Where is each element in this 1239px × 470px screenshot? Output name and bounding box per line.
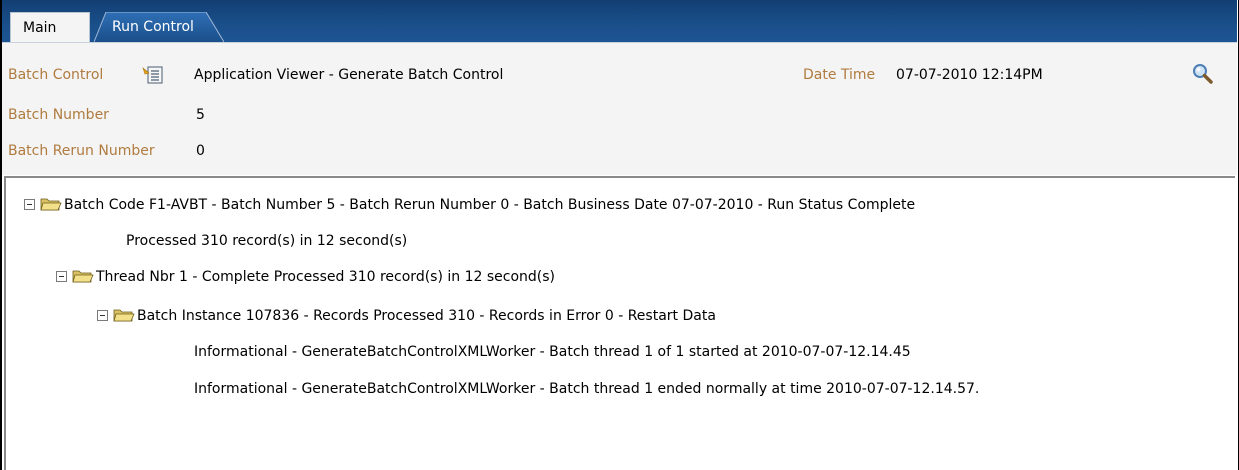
list-document-icon[interactable] [142,65,164,85]
collapse-minus-icon[interactable] [97,310,108,321]
tab-main-label: Main [23,20,57,36]
collapse-minus-icon[interactable] [24,199,35,210]
batch-number-label: Batch Number [8,107,109,123]
collapse-minus-icon[interactable] [56,271,67,282]
batch-run-tree-window: Main Run Control Batch Control Applicati… [0,0,1239,470]
tree-node-batch-code[interactable]: Batch Code F1-AVBT - Batch Number 5 - Ba… [6,196,1206,216]
open-folder-icon [72,270,94,283]
open-folder-icon [113,309,135,322]
tree-node-batch-instance-label: Batch Instance 107836 - Records Processe… [137,308,716,324]
batch-control-value: Application Viewer - Generate Batch Cont… [194,67,504,83]
open-folder-icon [40,198,62,211]
batch-control-label: Batch Control [8,67,104,83]
batch-rerun-number-value: 0 [196,143,205,159]
tree-node-thread-label: Thread Nbr 1 - Complete Processed 310 re… [96,269,555,285]
tab-run-control[interactable]: Run Control [112,12,194,42]
tree-node-root-summary: Processed 310 record(s) in 12 second(s) [126,233,408,249]
batch-header-panel: Batch Control Application Viewer - Gener… [2,42,1237,175]
batch-rerun-number-label: Batch Rerun Number [8,143,155,159]
date-time-label: Date Time [803,67,876,83]
batch-number-value: 5 [196,107,205,123]
search-icon[interactable] [1192,63,1214,85]
tab-bar: Main Run Control [2,0,1237,42]
tree-node-batch-code-label: Batch Code F1-AVBT - Batch Number 5 - Ba… [64,197,916,213]
tree-node-batch-instance[interactable]: Batch Instance 107836 - Records Processe… [6,307,1206,327]
tree-message-end: Informational - GenerateBatchControlXMLW… [194,381,980,397]
batch-run-tree: Batch Code F1-AVBT - Batch Number 5 - Ba… [4,176,1235,470]
tree-message-start: Informational - GenerateBatchControlXMLW… [194,344,911,360]
tree-node-thread[interactable]: Thread Nbr 1 - Complete Processed 310 re… [6,268,1206,288]
tab-main[interactable]: Main [10,12,90,42]
date-time-value: 07-07-2010 12:14PM [896,67,1043,83]
tab-run-control-label: Run Control [112,19,194,35]
